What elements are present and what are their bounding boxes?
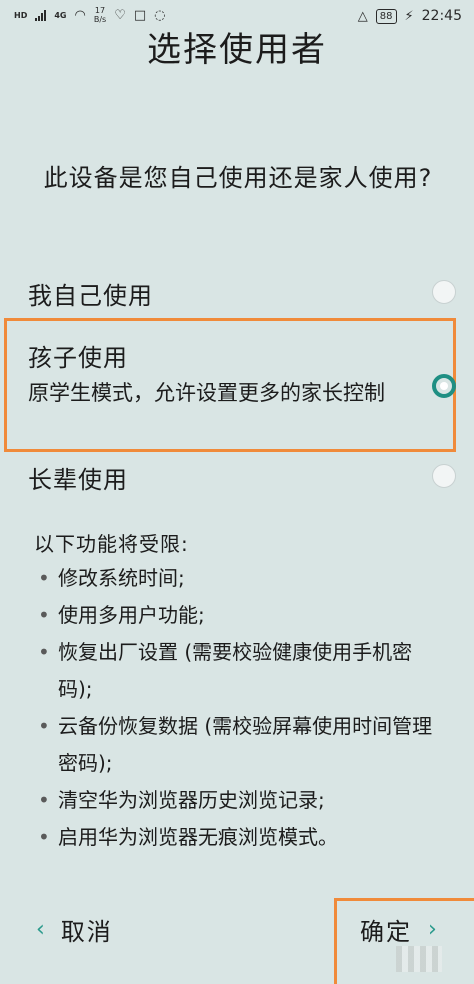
option-label: 长辈使用 <box>28 466 128 494</box>
option-self[interactable]: 我自己使用 <box>28 276 456 311</box>
cancel-button[interactable]: ‹ 取消 <box>36 912 113 947</box>
bullet-icon: • <box>38 825 50 849</box>
speed-value: 17 <box>94 6 106 15</box>
chevron-right-icon: › <box>428 917 439 942</box>
list-item: • 清空华为浏览器历史浏览记录; <box>34 782 444 819</box>
option-label: 孩子使用 <box>28 344 128 372</box>
radio-button-child-selected[interactable] <box>432 374 456 398</box>
wifi-icon: ◠ <box>74 7 86 23</box>
list-item: • 启用华为浏览器无痕浏览模式。 <box>34 819 444 856</box>
list-item: • 修改系统时间; <box>34 560 444 597</box>
list-item: • 云备份恢复数据 (需校验屏幕使用时间管理密码); <box>34 708 444 782</box>
option-elder[interactable]: 长辈使用 <box>28 460 456 495</box>
bullet-icon: • <box>38 714 50 738</box>
health-icon: ♡ <box>114 7 126 23</box>
list-item: • 使用多用户功能; <box>34 597 444 634</box>
list-item: • 恢复出厂设置 (需要校验健康使用手机密码); <box>34 634 444 708</box>
radio-button-self[interactable] <box>432 280 456 304</box>
bullet-icon: • <box>38 788 50 812</box>
bullet-icon: • <box>38 603 50 627</box>
confirm-button[interactable]: 确定 › <box>360 912 439 947</box>
chevron-left-icon: ‹ <box>36 917 47 942</box>
choose-user-screen: HD 4G ◠ 17 B/s ♡ □ ◌ △ 88 ⚡ 22:45 选择使用者 … <box>0 0 474 984</box>
radio-button-elder[interactable] <box>432 464 456 488</box>
confirm-label: 确定 <box>360 918 412 946</box>
network-type-tag: 4G <box>54 10 67 20</box>
signal-icon <box>35 9 47 21</box>
page-title: 选择使用者 <box>147 30 327 70</box>
hd-tag: HD <box>14 10 28 20</box>
watermark-blur <box>396 946 442 972</box>
user-question: 此设备是您自己使用还是家人使用? <box>43 164 433 192</box>
chat-app-icon: ◌ <box>154 7 166 23</box>
bullet-icon: • <box>38 640 50 664</box>
notification-app-icon: □ <box>133 7 147 23</box>
option-description: 原学生模式，允许设置更多的家长控制 <box>28 381 385 405</box>
restrictions-list: • 修改系统时间; • 使用多用户功能; • 恢复出厂设置 (需要校验健康使用手机密码… <box>34 560 444 856</box>
cancel-label: 取消 <box>60 918 113 946</box>
option-label: 我自己使用 <box>28 282 153 310</box>
option-child[interactable]: 孩子使用 原学生模式，允许设置更多的家长控制 <box>28 338 456 409</box>
network-tags: HD <box>14 11 27 20</box>
restrictions-title: 以下功能将受限: <box>34 532 189 556</box>
bullet-icon: • <box>38 566 50 590</box>
